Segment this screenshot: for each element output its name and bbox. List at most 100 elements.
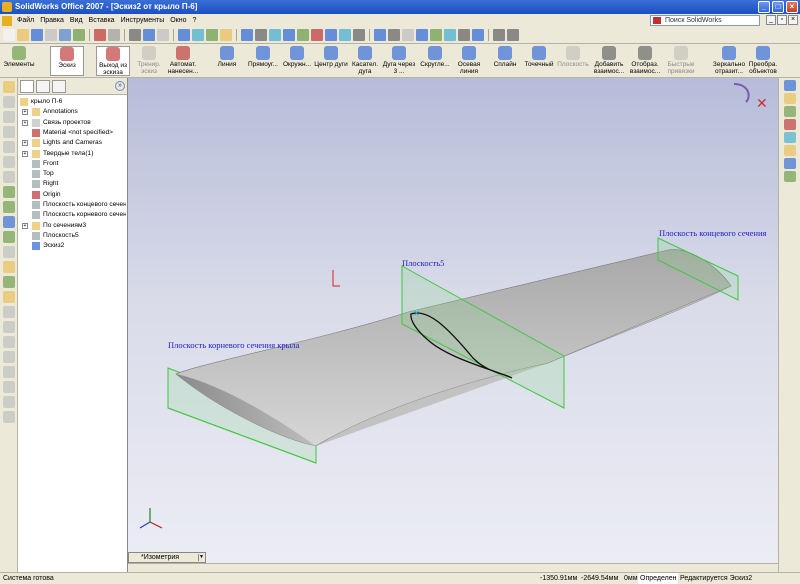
feature-tool-icon[interactable] (2, 231, 15, 243)
tree-item[interactable]: + Annotations (18, 107, 126, 117)
tree-item[interactable]: Плоскость5 (18, 231, 126, 241)
task-pane-icon[interactable] (783, 171, 796, 182)
toolbar-tool-icon[interactable] (178, 29, 190, 41)
command-7-button[interactable]: Окружн... (280, 46, 314, 76)
toolbar-tool-icon[interactable] (3, 29, 15, 41)
menu-insert[interactable]: Вставка (86, 17, 118, 24)
menu-window[interactable]: Окно (167, 17, 189, 24)
expand-toggle-icon[interactable]: + (22, 222, 28, 229)
chevron-down-icon[interactable]: ▼ (198, 554, 204, 561)
feature-tool-icon[interactable] (2, 336, 15, 348)
feature-tool-icon[interactable] (2, 366, 15, 378)
task-pane-icon[interactable] (783, 119, 796, 130)
toolbar-tool-icon[interactable] (192, 29, 204, 41)
toolbar-tool-icon[interactable] (143, 29, 155, 41)
feature-tool-icon[interactable] (2, 411, 15, 423)
command-10-button[interactable]: Дуга через 3 ... (382, 46, 416, 76)
feature-tool-icon[interactable] (2, 396, 15, 408)
command-2-button[interactable]: Выход из эскиза (96, 46, 130, 76)
tree-item[interactable]: Front (18, 159, 126, 169)
close-button[interactable]: × (786, 1, 798, 13)
command-6-button[interactable]: Прямоуг... (246, 46, 280, 76)
toolbar-tool-icon[interactable] (255, 29, 267, 41)
toolbar-tool-icon[interactable] (493, 29, 505, 41)
command-13-button[interactable]: Сплайн (488, 46, 522, 76)
toolbar-tool-icon[interactable] (31, 29, 43, 41)
task-pane-icon[interactable] (783, 145, 796, 156)
feature-tool-icon[interactable] (2, 276, 15, 288)
tree-item[interactable]: Right (18, 179, 126, 189)
doc-restore-button[interactable]: ▫ (777, 15, 787, 25)
feature-tool-icon[interactable] (2, 351, 15, 363)
doc-close-button[interactable]: × (788, 15, 798, 25)
toolbar-tool-icon[interactable] (283, 29, 295, 41)
command-16-button[interactable]: Добавить взаимос... (592, 46, 626, 76)
task-pane-icon[interactable] (783, 158, 796, 169)
toolbar-tool-icon[interactable] (507, 29, 519, 41)
command-3-button[interactable]: Тренир. эскиз (132, 46, 166, 76)
tree-item[interactable]: Material <not specified> (18, 128, 126, 138)
command-11-button[interactable]: Скругле... (418, 46, 452, 76)
tree-item[interactable]: Эскиз2 (18, 241, 126, 251)
toolbar-tool-icon[interactable] (339, 29, 351, 41)
horizontal-scrollbar[interactable] (128, 563, 778, 572)
feature-tool-icon[interactable] (2, 216, 15, 228)
toolbar-tool-icon[interactable] (388, 29, 400, 41)
cancel-sketch-icon[interactable]: ✕ (756, 95, 768, 111)
toolbar-tool-icon[interactable] (353, 29, 365, 41)
command-17-button[interactable]: Отобраз. взаимос... (628, 46, 662, 76)
toolbar-tool-icon[interactable] (73, 29, 85, 41)
maximize-button[interactable]: □ (772, 1, 784, 13)
feature-tool-icon[interactable] (2, 81, 15, 93)
task-pane-icon[interactable] (783, 132, 796, 143)
toolbar-tool-icon[interactable] (129, 29, 141, 41)
toolbar-tool-icon[interactable] (311, 29, 323, 41)
command-19-button[interactable]: Зеркально отразит... (712, 46, 746, 76)
command-8-button[interactable]: Центр дуги (314, 46, 348, 76)
view-orientation-select[interactable]: *Изометрия ▼ (128, 552, 206, 563)
minimize-button[interactable]: _ (758, 1, 770, 13)
tree-item[interactable]: + Lights and Cameras (18, 138, 126, 148)
command-12-button[interactable]: Осевая линия (452, 46, 486, 76)
expand-toggle-icon[interactable]: + (22, 109, 28, 116)
toolbar-tool-icon[interactable] (472, 29, 484, 41)
expand-toggle-icon[interactable]: + (22, 140, 28, 147)
feature-tool-icon[interactable] (2, 141, 15, 153)
toolbar-tool-icon[interactable] (458, 29, 470, 41)
toolbar-tool-icon[interactable] (416, 29, 428, 41)
toolbar-tool-icon[interactable] (157, 29, 169, 41)
command-9-button[interactable]: Касател. дуга (348, 46, 382, 76)
toolbar-tool-icon[interactable] (108, 29, 120, 41)
feature-tool-icon[interactable] (2, 171, 15, 183)
expand-toggle-icon[interactable]: + (22, 150, 28, 157)
toolbar-tool-icon[interactable] (206, 29, 218, 41)
toolbar-tool-icon[interactable] (325, 29, 337, 41)
toolbar-tool-icon[interactable] (45, 29, 57, 41)
command-4-button[interactable]: Автомат. нанесен... (166, 46, 200, 76)
command-18-button[interactable]: Быстрые привязки (664, 46, 698, 76)
command-0-button[interactable]: Элементы (2, 46, 36, 76)
expand-panel-icon[interactable]: » (115, 81, 125, 91)
feature-tool-icon[interactable] (2, 381, 15, 393)
feature-tool-icon[interactable] (2, 201, 15, 213)
tree-item[interactable]: крыло П-6 (18, 97, 126, 107)
tree-item[interactable]: Top (18, 169, 126, 179)
feature-tool-icon[interactable] (2, 291, 15, 303)
toolbar-tool-icon[interactable] (220, 29, 232, 41)
toolbar-tool-icon[interactable] (430, 29, 442, 41)
toolbar-tool-icon[interactable] (374, 29, 386, 41)
confirmation-corner[interactable]: ✕ (733, 83, 768, 111)
feature-tool-icon[interactable] (2, 186, 15, 198)
toolbar-tool-icon[interactable] (17, 29, 29, 41)
command-1-button[interactable]: Эскиз (50, 46, 84, 76)
menu-view[interactable]: Вид (67, 17, 86, 24)
feature-tool-icon[interactable] (2, 96, 15, 108)
toolbar-tool-icon[interactable] (297, 29, 309, 41)
toolbar-tool-icon[interactable] (269, 29, 281, 41)
expand-toggle-icon[interactable]: + (22, 119, 28, 126)
tree-item[interactable]: Плоскость концевого сечения (18, 200, 126, 210)
feature-tool-icon[interactable] (2, 156, 15, 168)
tree-item[interactable]: Origin (18, 190, 126, 200)
graphics-area[interactable]: ✕ ✕ Плоскость концевого сечения Плоскост… (128, 78, 778, 572)
command-14-button[interactable]: Точечный (522, 46, 556, 76)
